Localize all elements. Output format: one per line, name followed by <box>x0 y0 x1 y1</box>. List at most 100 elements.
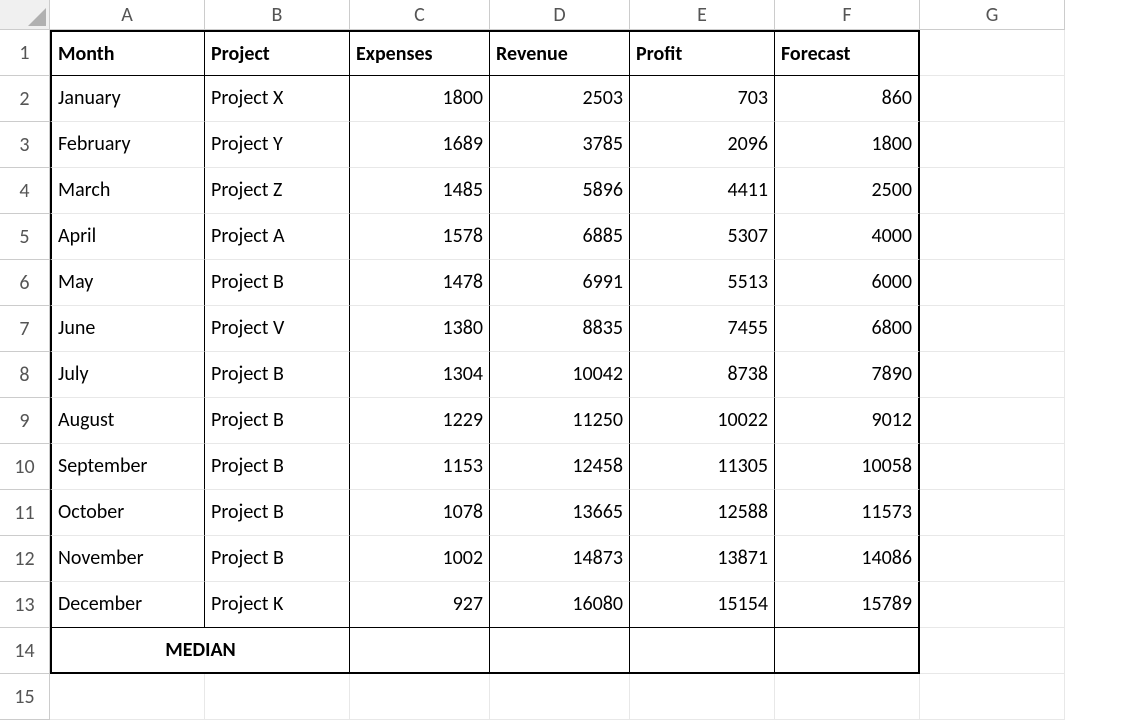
cell-F10[interactable]: 10058 <box>775 444 920 490</box>
cell-A8[interactable]: July <box>50 352 205 398</box>
row-header-8[interactable]: 8 <box>0 352 50 398</box>
cell-E9[interactable]: 10022 <box>630 398 775 444</box>
cell-A12[interactable]: November <box>50 536 205 582</box>
cell-F8[interactable]: 7890 <box>775 352 920 398</box>
cell-B10[interactable]: Project B <box>205 444 350 490</box>
cell-E13[interactable]: 15154 <box>630 582 775 628</box>
cell-C5[interactable]: 1578 <box>350 214 490 260</box>
cell-B9[interactable]: Project B <box>205 398 350 444</box>
cell-G15[interactable] <box>920 674 1065 720</box>
cell-A2[interactable]: January <box>50 76 205 122</box>
row-header-15[interactable]: 15 <box>0 674 50 720</box>
cell-C11[interactable]: 1078 <box>350 490 490 536</box>
row-header-9[interactable]: 9 <box>0 398 50 444</box>
cell-G10[interactable] <box>920 444 1065 490</box>
cell-C6[interactable]: 1478 <box>350 260 490 306</box>
row-header-12[interactable]: 12 <box>0 536 50 582</box>
col-header-G[interactable]: G <box>920 0 1065 30</box>
cell-D15[interactable] <box>490 674 630 720</box>
row-header-5[interactable]: 5 <box>0 214 50 260</box>
median-label[interactable]: MEDIAN <box>50 628 350 674</box>
cell-D5[interactable]: 6885 <box>490 214 630 260</box>
cell-A11[interactable]: October <box>50 490 205 536</box>
header-cell-C[interactable]: Expenses <box>350 30 490 76</box>
cell-F11[interactable]: 11573 <box>775 490 920 536</box>
cell-G6[interactable] <box>920 260 1065 306</box>
row-header-1[interactable]: 1 <box>0 30 50 76</box>
cell-B4[interactable]: Project Z <box>205 168 350 214</box>
cell-G9[interactable] <box>920 398 1065 444</box>
col-header-C[interactable]: C <box>350 0 490 30</box>
cell-G7[interactable] <box>920 306 1065 352</box>
cell-E4[interactable]: 4411 <box>630 168 775 214</box>
cell-B15[interactable] <box>205 674 350 720</box>
cell-E15[interactable] <box>630 674 775 720</box>
cell-A9[interactable]: August <box>50 398 205 444</box>
cell-B7[interactable]: Project V <box>205 306 350 352</box>
cell-G11[interactable] <box>920 490 1065 536</box>
col-header-A[interactable]: A <box>50 0 205 30</box>
cell-D4[interactable]: 5896 <box>490 168 630 214</box>
cell-B3[interactable]: Project Y <box>205 122 350 168</box>
cell-F12[interactable]: 14086 <box>775 536 920 582</box>
cell-B6[interactable]: Project B <box>205 260 350 306</box>
col-header-F[interactable]: F <box>775 0 920 30</box>
cell-D7[interactable]: 8835 <box>490 306 630 352</box>
cell-D2[interactable]: 2503 <box>490 76 630 122</box>
cell-D14[interactable] <box>490 628 630 674</box>
cell-D3[interactable]: 3785 <box>490 122 630 168</box>
cell-E6[interactable]: 5513 <box>630 260 775 306</box>
cell-F3[interactable]: 1800 <box>775 122 920 168</box>
row-header-4[interactable]: 4 <box>0 168 50 214</box>
cell-B12[interactable]: Project B <box>205 536 350 582</box>
cell-E14[interactable] <box>630 628 775 674</box>
cell-E5[interactable]: 5307 <box>630 214 775 260</box>
cell-G5[interactable] <box>920 214 1065 260</box>
cell-G1[interactable] <box>920 30 1065 76</box>
cell-D13[interactable]: 16080 <box>490 582 630 628</box>
cell-C3[interactable]: 1689 <box>350 122 490 168</box>
header-cell-A[interactable]: Month <box>50 30 205 76</box>
cell-C15[interactable] <box>350 674 490 720</box>
row-header-6[interactable]: 6 <box>0 260 50 306</box>
cell-A3[interactable]: February <box>50 122 205 168</box>
cell-D10[interactable]: 12458 <box>490 444 630 490</box>
cell-G12[interactable] <box>920 536 1065 582</box>
cell-F9[interactable]: 9012 <box>775 398 920 444</box>
cell-C2[interactable]: 1800 <box>350 76 490 122</box>
cell-D9[interactable]: 11250 <box>490 398 630 444</box>
col-header-E[interactable]: E <box>630 0 775 30</box>
cell-A4[interactable]: March <box>50 168 205 214</box>
cell-G2[interactable] <box>920 76 1065 122</box>
select-all-corner[interactable] <box>0 0 50 30</box>
cell-D11[interactable]: 13665 <box>490 490 630 536</box>
cell-F7[interactable]: 6800 <box>775 306 920 352</box>
row-header-7[interactable]: 7 <box>0 306 50 352</box>
cell-A15[interactable] <box>50 674 205 720</box>
row-header-3[interactable]: 3 <box>0 122 50 168</box>
row-header-13[interactable]: 13 <box>0 582 50 628</box>
cell-G14[interactable] <box>920 628 1065 674</box>
cell-G8[interactable] <box>920 352 1065 398</box>
cell-F15[interactable] <box>775 674 920 720</box>
cell-E7[interactable]: 7455 <box>630 306 775 352</box>
cell-D8[interactable]: 10042 <box>490 352 630 398</box>
row-header-10[interactable]: 10 <box>0 444 50 490</box>
cell-E8[interactable]: 8738 <box>630 352 775 398</box>
cell-E11[interactable]: 12588 <box>630 490 775 536</box>
cell-A6[interactable]: May <box>50 260 205 306</box>
cell-C9[interactable]: 1229 <box>350 398 490 444</box>
cell-B8[interactable]: Project B <box>205 352 350 398</box>
cell-F6[interactable]: 6000 <box>775 260 920 306</box>
cell-C13[interactable]: 927 <box>350 582 490 628</box>
col-header-B[interactable]: B <box>205 0 350 30</box>
cell-A7[interactable]: June <box>50 306 205 352</box>
cell-D6[interactable]: 6991 <box>490 260 630 306</box>
cell-E10[interactable]: 11305 <box>630 444 775 490</box>
cell-C4[interactable]: 1485 <box>350 168 490 214</box>
cell-C8[interactable]: 1304 <box>350 352 490 398</box>
row-header-11[interactable]: 11 <box>0 490 50 536</box>
cell-G3[interactable] <box>920 122 1065 168</box>
cell-B11[interactable]: Project B <box>205 490 350 536</box>
cell-B5[interactable]: Project A <box>205 214 350 260</box>
